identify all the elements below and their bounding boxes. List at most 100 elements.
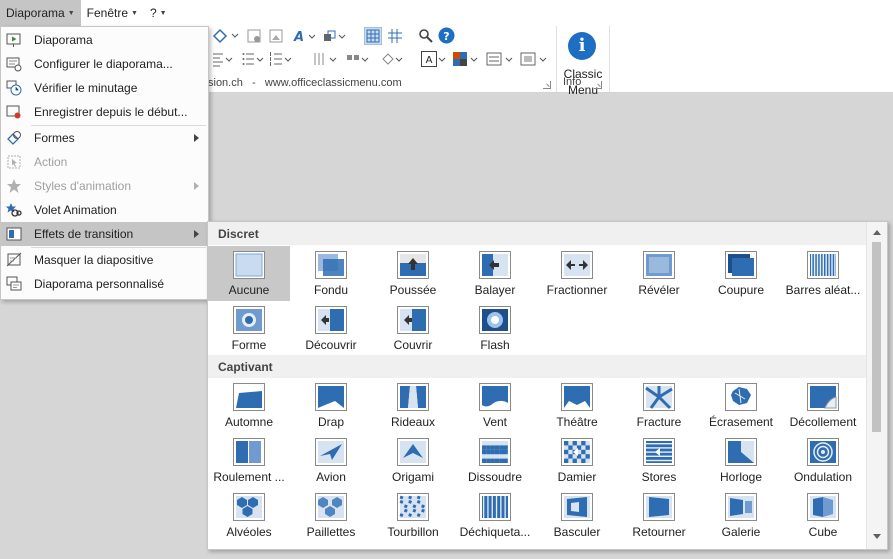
transition-shred-tile[interactable]: Déchiqueta...: [454, 488, 536, 543]
numbering-icon[interactable]: [270, 51, 294, 67]
transition-clock-tile[interactable]: Horloge: [700, 433, 782, 488]
transition-cover-tile[interactable]: Couvrir: [372, 301, 454, 356]
scroll-down-button[interactable]: [867, 528, 887, 546]
transition-checker-tile[interactable]: Damier: [536, 433, 618, 488]
transition-ripple-tile[interactable]: Ondulation: [782, 433, 864, 488]
airplane-transition-icon: [315, 438, 347, 466]
transition-pagecurl-tile[interactable]: Roulement ...: [208, 433, 290, 488]
transition-glitter-tile[interactable]: Paillettes: [290, 488, 372, 543]
transition-label: Fracture: [636, 415, 682, 429]
shape-outline-icon[interactable]: [212, 28, 240, 44]
scrollbar-thumb[interactable]: [872, 242, 881, 432]
menu-item-enregistrer[interactable]: Enregistrer depuis le début...: [1, 100, 208, 124]
align-icon[interactable]: [212, 51, 236, 67]
diaporama-dropdown-menu: Diaporama Configurer le diaporama... Vér…: [0, 26, 209, 300]
text-effects-icon[interactable]: A: [292, 28, 318, 44]
menu-item-verifier-minutage[interactable]: Vérifier le minutage: [1, 76, 208, 100]
checker-transition-icon: [561, 438, 593, 466]
split-transition-icon: [561, 251, 593, 279]
menu-item-styles-animation[interactable]: Styles d'animation: [1, 174, 208, 198]
group-launcher-icon[interactable]: [543, 81, 551, 89]
info-launcher-icon[interactable]: [594, 81, 602, 89]
transition-uncover-tile[interactable]: Découvrir: [290, 301, 372, 356]
info-icon[interactable]: i: [568, 32, 596, 60]
pagecurl-transition-icon: [233, 438, 265, 466]
menu-item-formes[interactable]: Formes: [1, 126, 208, 150]
scroll-up-button[interactable]: [867, 224, 887, 242]
record-slideshow-icon: [6, 105, 21, 119]
transition-origami-tile[interactable]: Origami: [372, 433, 454, 488]
transition-label: Fractionner: [546, 283, 608, 297]
font-color-icon[interactable]: A: [421, 51, 447, 67]
transition-label: Roulement ...: [213, 470, 285, 484]
insert-image-icon[interactable]: [268, 28, 284, 44]
menu-item-action[interactable]: Action: [1, 150, 208, 174]
chevron-down-icon: ▼: [159, 9, 167, 17]
transition-label: Flash: [480, 338, 510, 352]
transition-dissolve-tile[interactable]: Dissoudre: [454, 433, 536, 488]
menu-item-volet-animation[interactable]: Volet Animation: [1, 198, 208, 222]
transition-label: Barres aléat...: [785, 283, 861, 297]
help-icon[interactable]: ?: [438, 27, 455, 44]
transition-label: Paillettes: [306, 525, 356, 539]
transition-flip-tile[interactable]: Retourner: [618, 488, 700, 543]
menu-item-configurer[interactable]: Configurer le diaporama...: [1, 52, 208, 76]
smartart-icon[interactable]: [346, 51, 372, 67]
menu-item-label: Configurer le diaporama...: [34, 57, 173, 71]
info-group: i Classic Menu Info: [556, 26, 610, 97]
slide-layout-icon[interactable]: [246, 28, 262, 44]
bullets-icon[interactable]: [242, 51, 266, 67]
table-view-icon[interactable]: [364, 27, 382, 45]
transition-gallery-tile[interactable]: Galerie: [700, 488, 782, 543]
menu-item-diaporama-personnalise[interactable]: Diaporama personnalisé: [1, 272, 208, 296]
slide-layout-dropdown-icon[interactable]: [486, 51, 516, 67]
transition-reveal-tile[interactable]: Révéler: [618, 246, 700, 301]
glitter-transition-icon: [315, 493, 347, 521]
transition-cube-tile[interactable]: Cube: [782, 488, 864, 543]
menu-item-masquer-diapositive[interactable]: Masquer la diapositive: [1, 248, 208, 272]
menu-item-effets-transition[interactable]: Effets de transition: [1, 222, 208, 246]
transition-switch-tile[interactable]: Basculer: [536, 488, 618, 543]
transition-honeycomb-tile[interactable]: Alvéoles: [208, 488, 290, 543]
transition-airplane-tile[interactable]: Avion: [290, 433, 372, 488]
text-direction-icon[interactable]: [312, 51, 342, 67]
transition-peel-tile[interactable]: Décollement: [782, 378, 864, 433]
transition-label: Couvrir: [393, 338, 433, 352]
wipe-transition-icon: [479, 251, 511, 279]
ribbon-text-separator: -: [252, 77, 256, 89]
transition-blinds-tile[interactable]: Stores: [618, 433, 700, 488]
transition-curtains-tile[interactable]: Rideaux: [372, 378, 454, 433]
menu-item-diaporama[interactable]: Diaporama: [1, 28, 208, 52]
menu-fenetre[interactable]: Fenêtre ▼: [81, 0, 144, 26]
arrange-icon[interactable]: [322, 28, 348, 44]
transition-drape-tile[interactable]: Drap: [290, 378, 372, 433]
transition-flash-tile[interactable]: Flash: [454, 301, 536, 356]
transition-label: Galerie: [721, 525, 761, 539]
transition-shape-tile[interactable]: Forme: [208, 301, 290, 356]
transition-wind-tile[interactable]: Vent: [454, 378, 536, 433]
menu-diaporama[interactable]: Diaporama ▼: [0, 0, 81, 26]
slide-design-icon[interactable]: [520, 51, 550, 67]
color-scheme-icon[interactable]: [452, 51, 480, 67]
transition-wipe-tile[interactable]: Balayer: [454, 246, 536, 301]
clock-transition-icon: [725, 438, 757, 466]
transition-fracture-tile[interactable]: Fracture: [618, 378, 700, 433]
transition-vortex-tile[interactable]: Tourbillon: [372, 488, 454, 543]
transition-crush-tile[interactable]: Écrasement: [700, 378, 782, 433]
transition-fade-tile[interactable]: Fondu: [290, 246, 372, 301]
transition-label: Damier: [557, 470, 597, 484]
menu-help[interactable]: ? ▼: [144, 0, 173, 26]
transition-bars-tile[interactable]: Barres aléat...: [782, 246, 864, 301]
transition-split-tile[interactable]: Fractionner: [536, 246, 618, 301]
fill-color-icon[interactable]: [380, 51, 406, 67]
transition-cut-tile[interactable]: Coupure: [700, 246, 782, 301]
transition-prestige-tile[interactable]: Théâtre: [536, 378, 618, 433]
grid-icon[interactable]: [387, 28, 403, 44]
search-icon[interactable]: [418, 28, 434, 44]
transition-label: Retourner: [632, 525, 686, 539]
transition-none-tile[interactable]: Aucune: [208, 246, 290, 301]
transition-gallery: Discret Captivant Aucune Fondu Poussée Bala…: [207, 221, 888, 550]
transition-push-tile[interactable]: Poussée: [372, 246, 454, 301]
gallery-scrollbar[interactable]: [866, 222, 887, 549]
transition-fall-tile[interactable]: Automne: [208, 378, 290, 433]
